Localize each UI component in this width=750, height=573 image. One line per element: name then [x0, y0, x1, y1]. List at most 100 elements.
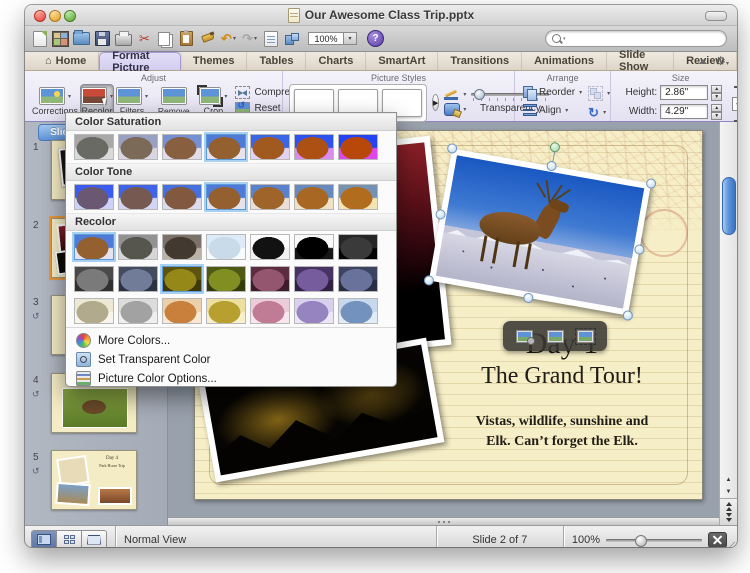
cut-button[interactable]: ✂	[136, 30, 153, 48]
rotate-button[interactable]: ↻▾	[588, 106, 610, 119]
width-stepper[interactable]: ▲▼	[711, 104, 722, 119]
color-saturation-swatch[interactable]	[118, 134, 158, 160]
color-tone-swatch[interactable]	[118, 184, 158, 210]
tab-slide-show[interactable]: Slide Show	[607, 52, 674, 70]
color-saturation-swatch[interactable]	[162, 134, 202, 160]
open-button[interactable]	[73, 30, 90, 48]
recolor-swatch[interactable]	[74, 298, 114, 324]
more-colors-item[interactable]: More Colors...	[66, 331, 396, 350]
next-slide-button[interactable]	[726, 513, 732, 522]
toolbar-toggle-button[interactable]	[705, 11, 727, 21]
recolor-swatch[interactable]	[250, 234, 290, 260]
vertical-scrollbar[interactable]: ▲ ▼	[719, 122, 737, 525]
recolor-swatch[interactable]	[338, 266, 378, 292]
scrollbar-thumb[interactable]	[722, 177, 736, 235]
color-saturation-swatch[interactable]	[250, 134, 290, 160]
slide-show-button[interactable]	[82, 531, 106, 547]
zoom-slider[interactable]	[606, 533, 702, 547]
copy-button[interactable]	[157, 30, 174, 48]
recolor-swatch[interactable]	[338, 234, 378, 260]
resize-handle-left[interactable]	[435, 209, 447, 221]
recolor-swatch[interactable]	[118, 298, 158, 324]
picture-frame-button[interactable]	[577, 330, 594, 343]
recolor-swatch[interactable]	[206, 298, 246, 324]
media-browser-button[interactable]	[283, 30, 300, 48]
tab-charts[interactable]: Charts	[306, 52, 366, 70]
new-document-button[interactable]	[31, 30, 48, 48]
recolor-swatch[interactable]	[162, 234, 202, 260]
tab-format-picture[interactable]: Format Picture	[99, 52, 181, 70]
picture-border-button[interactable]: ▾	[444, 90, 466, 100]
lock-aspect-checkbox[interactable]: ✓	[732, 97, 737, 111]
help-button[interactable]: ?	[367, 30, 384, 47]
color-saturation-swatch[interactable]	[206, 134, 246, 160]
picture-color-options-item[interactable]: Picture Color Options...	[66, 369, 396, 387]
height-field[interactable]: 2.86"	[660, 85, 708, 100]
format-picture-button[interactable]	[516, 330, 533, 343]
align-button[interactable]: Align▾	[523, 104, 582, 116]
collapse-ribbon-button[interactable]	[699, 59, 707, 64]
presentation-gallery-button[interactable]	[52, 30, 69, 48]
color-tone-swatch[interactable]	[338, 184, 378, 210]
group-button[interactable]: ▾	[588, 86, 610, 101]
recolor-swatch[interactable]	[250, 298, 290, 324]
zoom-value[interactable]: 100%	[308, 32, 344, 45]
set-transparent-color-item[interactable]: Set Transparent Color	[66, 350, 396, 369]
zoom-dropdown-arrow[interactable]: ▾	[344, 32, 357, 45]
width-field[interactable]: 4.29"	[660, 104, 708, 119]
ribbon-settings-button[interactable]: ⚙▾	[715, 52, 729, 70]
tab-transitions[interactable]: Transitions	[438, 52, 522, 70]
notes-splitter[interactable]	[168, 517, 719, 525]
slide-sorter-button[interactable]	[57, 531, 82, 547]
color-saturation-swatch[interactable]	[294, 134, 334, 160]
show-formatting-button[interactable]	[262, 30, 279, 48]
recolor-swatch[interactable]	[118, 234, 158, 260]
redo-menu-arrow[interactable]: ▾	[254, 35, 257, 42]
scroll-down-button[interactable]: ▼	[720, 486, 737, 498]
format-painter-button[interactable]	[199, 30, 216, 48]
save-button[interactable]	[94, 30, 111, 48]
color-tone-swatch[interactable]	[162, 184, 202, 210]
recolor-swatch[interactable]	[74, 266, 114, 292]
recolor-swatch[interactable]	[162, 266, 202, 292]
color-tone-swatch[interactable]	[206, 184, 246, 210]
recolor-swatch[interactable]	[294, 234, 334, 260]
picture-effects-button[interactable]: ▾	[444, 103, 466, 116]
color-saturation-swatch[interactable]	[74, 134, 114, 160]
scroll-up-button[interactable]: ▲	[720, 474, 737, 486]
tab-animations[interactable]: Animations	[522, 52, 607, 70]
previous-slide-button[interactable]	[726, 502, 732, 511]
resize-handle-top[interactable]	[546, 160, 558, 172]
undo-button[interactable]: ↶▾	[220, 30, 237, 48]
styles-expand-button[interactable]: ▶	[432, 94, 439, 111]
color-tone-swatch[interactable]	[74, 184, 114, 210]
recolor-swatch[interactable]	[74, 234, 114, 260]
tab-smartart[interactable]: SmartArt	[366, 52, 438, 70]
recolor-swatch[interactable]	[206, 234, 246, 260]
reorder-button[interactable]: Reorder▾	[523, 86, 582, 99]
recolor-swatch[interactable]	[338, 298, 378, 324]
recolor-swatch[interactable]	[294, 266, 334, 292]
paste-button[interactable]	[178, 30, 195, 48]
recolor-swatch[interactable]	[294, 298, 334, 324]
print-button[interactable]	[115, 30, 132, 48]
zoom-control[interactable]: 100% ▾	[308, 32, 357, 45]
color-tone-swatch[interactable]	[294, 184, 334, 210]
height-stepper[interactable]: ▲▼	[711, 85, 722, 100]
tab-home[interactable]: ⌂Home	[33, 52, 99, 70]
color-tone-swatch[interactable]	[250, 184, 290, 210]
search-input[interactable]: ▾	[545, 30, 727, 47]
resize-handle-tl[interactable]	[446, 143, 458, 155]
zoom-slider-thumb[interactable]	[635, 535, 647, 547]
tab-themes[interactable]: Themes	[181, 52, 248, 70]
normal-view-button[interactable]	[32, 531, 57, 547]
color-saturation-swatch[interactable]	[338, 134, 378, 160]
recolor-swatch[interactable]	[118, 266, 158, 292]
redo-button[interactable]: ↷▾	[241, 30, 258, 48]
fit-slide-button[interactable]	[708, 532, 727, 548]
tab-tables[interactable]: Tables	[247, 52, 306, 70]
recolor-swatch[interactable]	[206, 266, 246, 292]
undo-menu-arrow[interactable]: ▾	[233, 35, 236, 42]
slide-thumbnail-5[interactable]: Day 4Park Horse Trip	[51, 450, 137, 510]
recolor-swatch[interactable]	[162, 298, 202, 324]
